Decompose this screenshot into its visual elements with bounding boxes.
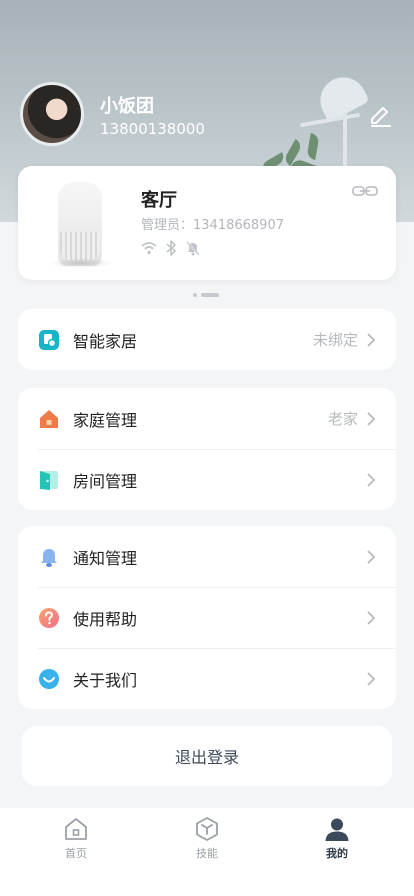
menu-item-label: 家庭管理 [73, 410, 138, 430]
door-icon [40, 470, 58, 490]
smart-speaker-image [58, 182, 102, 266]
house-icon [40, 409, 58, 428]
menu-item-label: 智能家居 [73, 331, 138, 351]
tab-skills[interactable]: 技能 [167, 816, 247, 866]
bell-icon [41, 548, 57, 567]
tab-label: 首页 [65, 847, 87, 860]
avatar[interactable] [20, 82, 84, 146]
device-room-name: 客厅 [141, 190, 177, 211]
bell-muted-icon [186, 241, 200, 256]
unbind-link-icon[interactable] [352, 184, 378, 198]
help-icon [39, 607, 59, 628]
chevron-right-icon [367, 610, 376, 625]
chevron-right-icon [367, 411, 376, 426]
carousel-indicator [193, 293, 219, 297]
tab-home[interactable]: 首页 [36, 816, 116, 866]
menu-item-smart-home[interactable]: 智能家居 未绑定 [18, 309, 396, 370]
menu-group-smart-home: 智能家居 未绑定 [18, 309, 396, 370]
menu-item-help[interactable]: 使用帮助 [18, 587, 396, 648]
menu-item-room-management[interactable]: 房间管理 [18, 449, 396, 510]
chevron-right-icon [367, 549, 376, 564]
menu-item-value: 未绑定 [312, 331, 358, 349]
carousel-dot-active [201, 293, 219, 297]
menu-item-label: 使用帮助 [73, 609, 138, 629]
tab-bar: 首页 技能 我的 [0, 808, 414, 896]
smile-icon [39, 668, 59, 689]
menu-item-value: 老家 [327, 410, 358, 428]
chevron-right-icon [367, 332, 376, 347]
pencil-icon [371, 107, 391, 127]
menu-item-about[interactable]: 关于我们 [18, 648, 396, 709]
cube-icon [196, 817, 218, 841]
menu-group-support: 通知管理 使用帮助 关于我们 [18, 526, 396, 709]
carousel-dot [193, 293, 197, 297]
device-status-icons [141, 240, 201, 256]
speaker-shadow [48, 258, 114, 268]
tab-mine[interactable]: 我的 [297, 816, 377, 866]
smart-home-icon [39, 329, 59, 350]
bluetooth-icon [166, 240, 176, 256]
lamp-decoration [312, 69, 370, 123]
menu-item-label: 通知管理 [73, 548, 138, 568]
chevron-right-icon [367, 472, 376, 487]
user-phone: 13800138000 [100, 120, 205, 138]
device-card[interactable]: 客厅 管理员：13418668907 [18, 166, 396, 280]
tab-label: 我的 [326, 847, 348, 860]
person-icon [325, 818, 349, 841]
device-admin: 管理员：13418668907 [141, 218, 284, 233]
edit-profile-button[interactable] [366, 100, 394, 128]
menu-item-notifications[interactable]: 通知管理 [18, 526, 396, 587]
menu-item-label: 房间管理 [73, 471, 138, 491]
wifi-icon [141, 242, 157, 255]
menu-group-home: 家庭管理 老家 房间管理 [18, 388, 396, 510]
user-name: 小饭团 [100, 96, 154, 117]
logout-button[interactable]: 退出登录 [22, 726, 392, 786]
menu-item-label: 关于我们 [73, 670, 138, 690]
tab-label: 技能 [196, 847, 218, 860]
chevron-right-icon [367, 671, 376, 686]
menu-item-home-management[interactable]: 家庭管理 老家 [18, 388, 396, 449]
home-icon [65, 818, 87, 840]
